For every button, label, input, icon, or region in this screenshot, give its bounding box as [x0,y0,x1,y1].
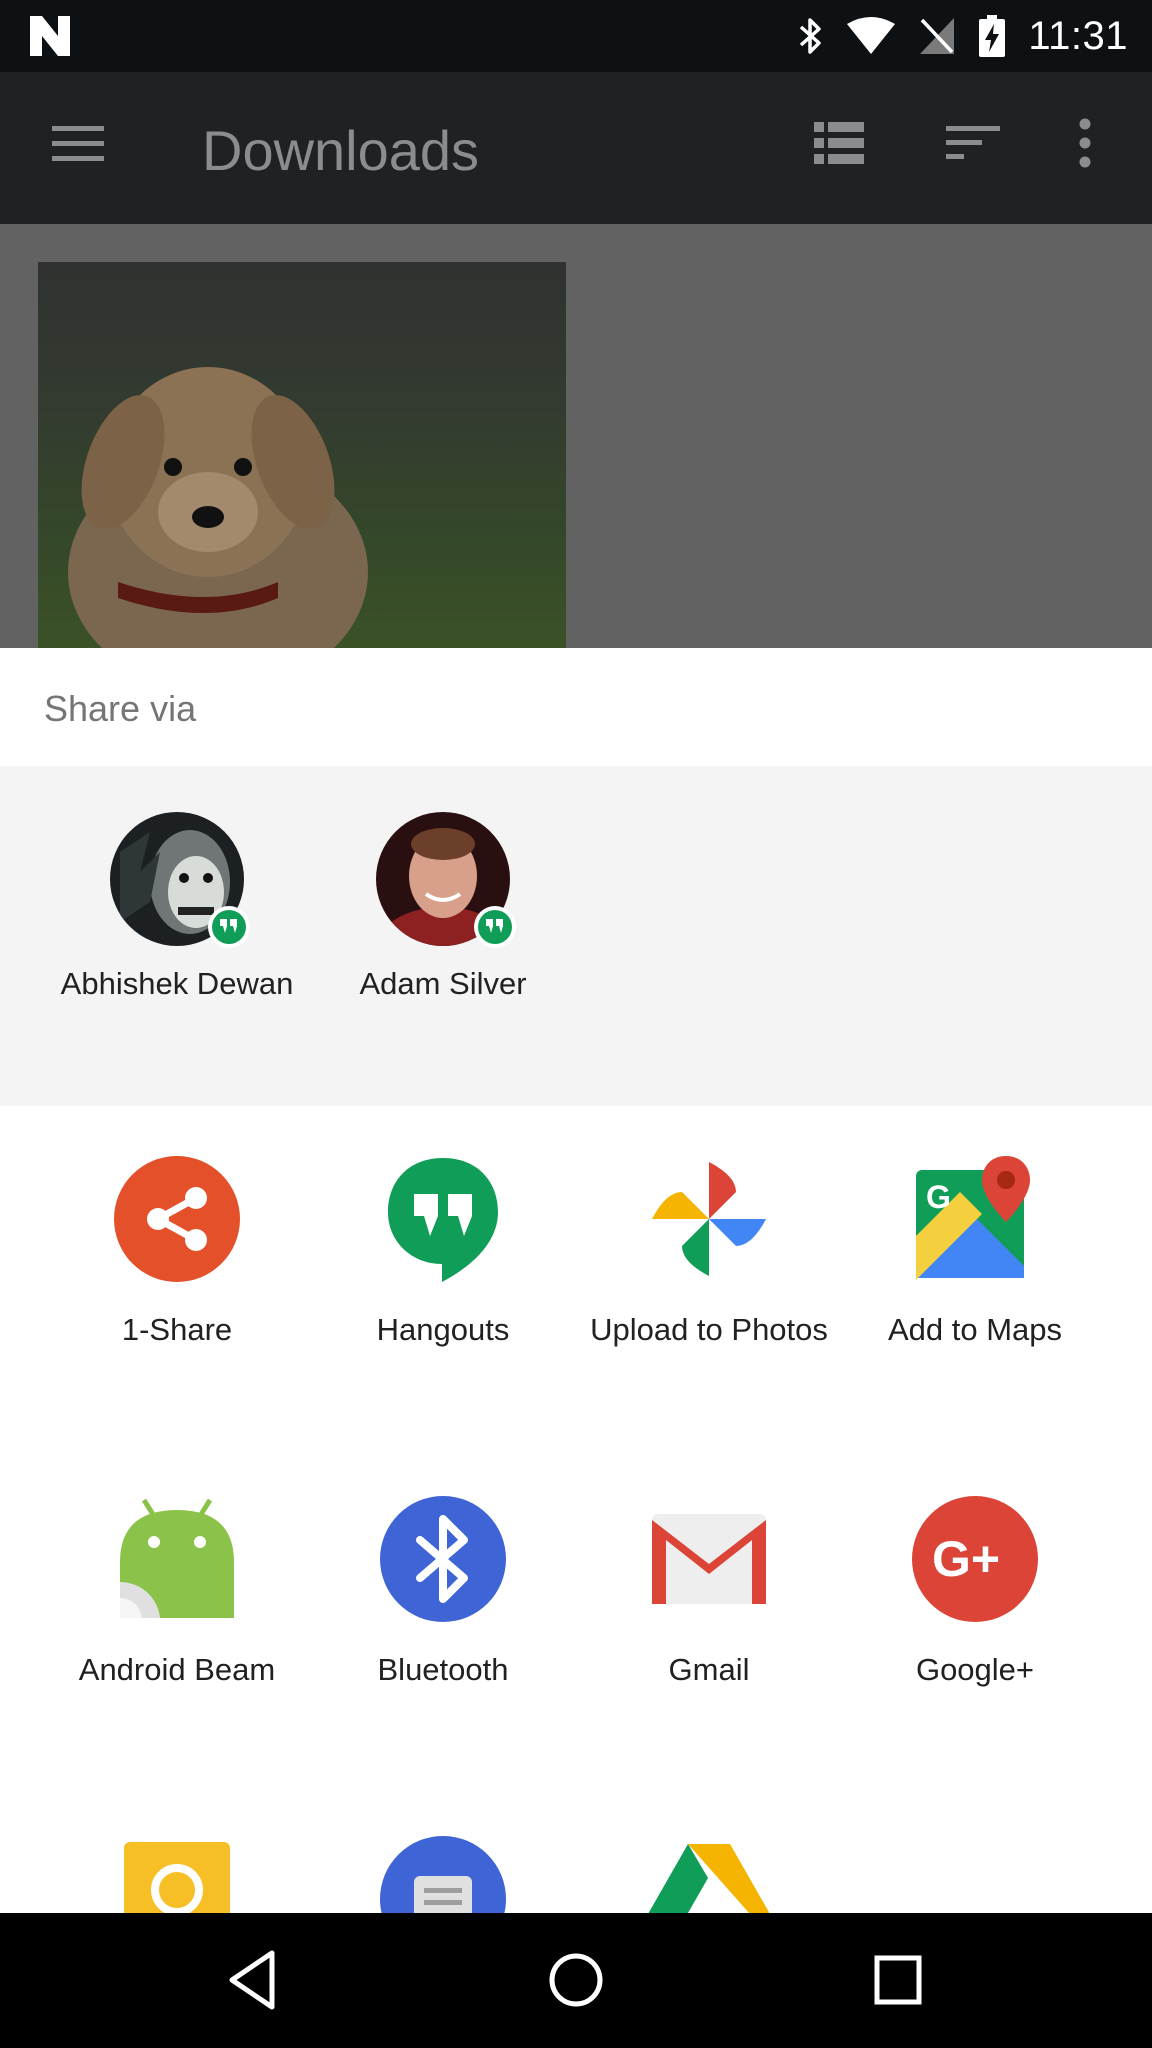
photos-icon [652,1162,766,1276]
maps-icon: G [916,1156,1030,1280]
app-google-plus[interactable]: G+ Google+ [842,1496,1108,1796]
app-bluetooth[interactable]: Bluetooth [310,1496,576,1796]
hangouts-badge-icon [208,906,250,948]
share-sheet-title: Share via [44,688,197,729]
app-add-to-maps[interactable]: G Add to Maps [842,1156,1108,1456]
clock: 11:31 [1028,13,1128,58]
app-android-beam[interactable]: Android Beam [44,1496,310,1796]
svg-text:G+: G+ [932,1531,1000,1587]
drive-icon [648,1844,770,1913]
messenger-icon [380,1836,506,1913]
no-signal-icon [920,18,955,54]
google-plus-icon: G+ [912,1496,1038,1622]
status-bar: 11:31 [0,0,1152,72]
app-label: Upload to Photos [590,1312,828,1347]
contact-abhishek-dewan[interactable]: Abhishek Dewan [44,766,310,1106]
bluetooth-icon [380,1496,506,1622]
app-upload-to-photos[interactable]: Upload to Photos [576,1156,842,1456]
home-icon[interactable] [546,1945,606,2015]
app-gmail[interactable]: Gmail [576,1496,842,1796]
hangouts-icon [388,1158,498,1282]
app-drive[interactable] [576,1836,842,1913]
contact-adam-silver[interactable]: Adam Silver [310,766,576,1106]
downloads-content [0,224,1152,648]
app-label: Add to Maps [887,1312,1063,1347]
share-icon [114,1156,240,1282]
battery-charging-icon [979,15,1006,57]
svg-text:G: G [926,1179,951,1215]
app-label: Android Beam [78,1652,276,1687]
direct-share-contacts: Abhishek Dewan Adam Silver [0,766,1152,1106]
app-hangouts[interactable]: Hangouts [310,1156,576,1456]
app-label: Bluetooth [377,1652,509,1687]
puppy-image [68,367,368,648]
app-label: Hangouts [376,1312,510,1347]
sort-icon[interactable] [946,124,1000,162]
app-label: 1-Share [121,1312,233,1347]
navigation-bar [0,1913,1152,2048]
android-beam-icon [120,1498,234,1618]
share-sheet: Share via Abhishek Dewan Adam Silver 1-S… [0,648,1152,1913]
back-icon[interactable] [226,1945,278,2015]
app-1-share[interactable]: 1-Share [44,1156,310,1456]
list-view-icon[interactable] [814,122,864,164]
app-bar: Downloads [0,72,1152,224]
recents-icon[interactable] [872,1945,924,2015]
gmail-icon [652,1514,766,1604]
more-vert-icon[interactable] [1078,118,1092,168]
app-label: Google+ [915,1652,1035,1687]
n-logo-icon [30,16,70,56]
app-keep[interactable] [44,1836,310,1913]
contact-name: Abhishek Dewan [60,966,294,1001]
app-messenger[interactable] [310,1836,576,1913]
download-thumbnail[interactable] [38,262,566,648]
wifi-icon [847,17,896,54]
page-title: Downloads [202,119,480,182]
menu-icon[interactable] [52,124,104,164]
bluetooth-icon [800,18,822,54]
keep-icon [124,1842,230,1913]
app-label: Gmail [668,1652,750,1687]
hangouts-badge-icon [474,906,516,948]
contact-name: Adam Silver [359,966,527,1001]
